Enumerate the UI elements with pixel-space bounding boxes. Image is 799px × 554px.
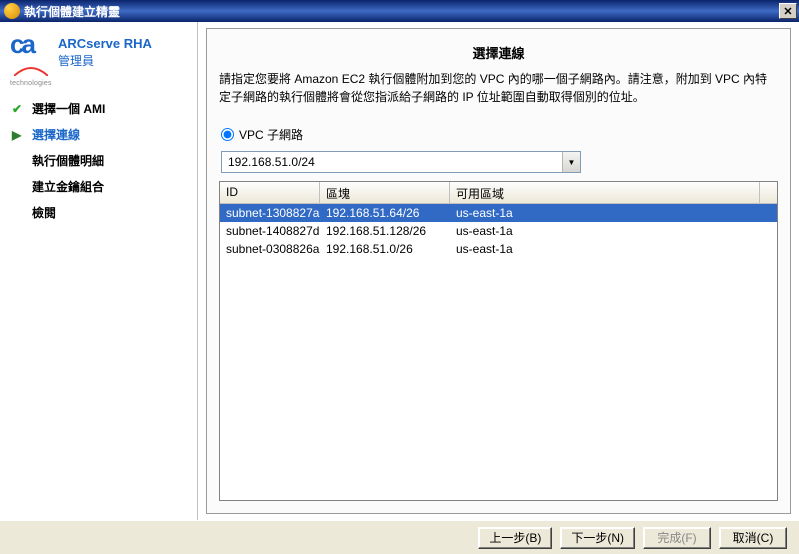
title-bar: 執行個體建立精靈 ✕	[0, 0, 799, 22]
step-keypair[interactable]: 建立金鑰組合	[10, 177, 187, 196]
cidr-dropdown[interactable]: 192.168.51.0/24 ▼	[221, 151, 581, 173]
step-label: 建立金鑰組合	[32, 178, 104, 195]
step-label: 執行個體明細	[32, 152, 104, 169]
step-details[interactable]: 執行個體明細	[10, 151, 187, 170]
step-connection[interactable]: ▶ 選擇連線	[10, 125, 187, 144]
window-title: 執行個體建立精靈	[24, 3, 779, 20]
col-zone[interactable]: 可用區域	[450, 182, 760, 203]
step-ami[interactable]: ✔ 選擇一個 AMI	[10, 99, 187, 118]
sidebar: ca technologies ARCserve RHA 管理員 ✔ 選擇一個 …	[0, 22, 198, 520]
subnet-table: ID 區塊 可用區域 subnet-1308827a 192.168.51.64…	[219, 181, 778, 501]
cell-zone: us-east-1a	[450, 206, 760, 220]
cell-id: subnet-0308826a	[220, 242, 320, 256]
next-button[interactable]: 下一步(N)	[560, 527, 635, 549]
col-block[interactable]: 區塊	[320, 182, 450, 203]
logo-mark: ca technologies	[10, 34, 52, 68]
main-pane: 選擇連線 請指定您要將 Amazon EC2 執行個體附加到您的 VPC 內的哪…	[198, 22, 799, 520]
footer: 上一步(B) 下一步(N) 完成(F) 取消(C)	[0, 520, 799, 554]
chevron-down-icon: ▼	[562, 152, 580, 172]
table-row[interactable]: subnet-1408827d 192.168.51.128/26 us-eas…	[220, 222, 777, 240]
wizard-steps: ✔ 選擇一個 AMI ▶ 選擇連線 執行個體明細 建立金鑰組合 檢閱	[10, 99, 187, 222]
cell-id: subnet-1308827a	[220, 206, 320, 220]
col-id[interactable]: ID	[220, 182, 320, 203]
cell-zone: us-east-1a	[450, 224, 760, 238]
table-row[interactable]: subnet-0308826a 192.168.51.0/26 us-east-…	[220, 240, 777, 258]
step-label: 檢閱	[32, 204, 56, 221]
cell-block: 192.168.51.0/26	[320, 242, 450, 256]
vpc-subnet-radio[interactable]	[221, 128, 234, 141]
product-name: ARCserve RHA	[58, 36, 152, 51]
close-button[interactable]: ✕	[779, 3, 797, 19]
page-title: 選擇連線	[219, 43, 778, 62]
cell-block: 192.168.51.64/26	[320, 206, 450, 220]
step-label: 選擇連線	[32, 126, 80, 143]
cell-block: 192.168.51.128/26	[320, 224, 450, 238]
logo: ca technologies ARCserve RHA 管理員	[10, 32, 187, 71]
cidr-dropdown-value: 192.168.51.0/24	[222, 155, 562, 169]
finish-button: 完成(F)	[643, 527, 711, 549]
vpc-subnet-label: VPC 子網路	[239, 126, 303, 143]
step-review[interactable]: 檢閱	[10, 203, 187, 222]
cancel-button[interactable]: 取消(C)	[719, 527, 787, 549]
app-icon	[4, 3, 20, 19]
content-box: 選擇連線 請指定您要將 Amazon EC2 執行個體附加到您的 VPC 內的哪…	[206, 28, 791, 514]
product-role: 管理員	[58, 52, 152, 69]
check-icon: ✔	[12, 102, 26, 116]
arrow-icon: ▶	[12, 128, 26, 142]
table-header: ID 區塊 可用區域	[220, 182, 777, 204]
vpc-subnet-radio-row: VPC 子網路	[221, 126, 778, 143]
cell-id: subnet-1408827d	[220, 224, 320, 238]
close-icon: ✕	[783, 5, 792, 18]
step-label: 選擇一個 AMI	[32, 100, 105, 117]
table-row[interactable]: subnet-1308827a 192.168.51.64/26 us-east…	[220, 204, 777, 222]
page-description: 請指定您要將 Amazon EC2 執行個體附加到您的 VPC 內的哪一個子網路…	[219, 70, 778, 106]
logo-subtext: technologies	[10, 80, 52, 87]
back-button[interactable]: 上一步(B)	[478, 527, 552, 549]
cell-zone: us-east-1a	[450, 242, 760, 256]
